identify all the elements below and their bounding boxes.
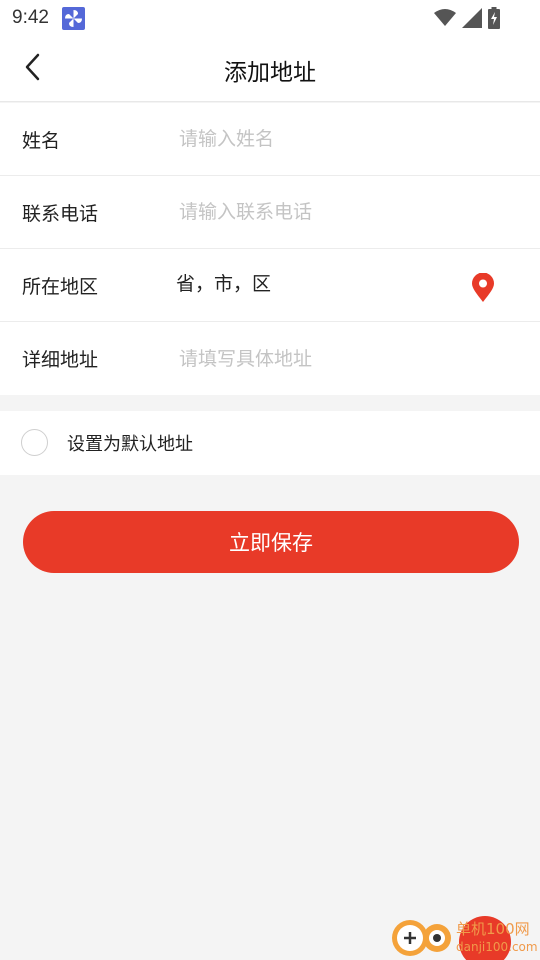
region-label: 所在地区 (22, 275, 99, 298)
status-time: 9:42 (12, 7, 49, 28)
detail-row: 详细地址 (0, 322, 540, 395)
default-address-radio[interactable] (21, 429, 48, 456)
phone-input[interactable] (179, 201, 499, 223)
address-form: 姓名 联系电话 所在地区 省，市，区 详细地址 (0, 103, 540, 395)
app-header: 添加地址 (0, 36, 540, 102)
name-row: 姓名 (0, 103, 540, 176)
region-row[interactable]: 所在地区 省，市，区 (0, 249, 540, 322)
watermark-text: 单机100网 (456, 920, 530, 938)
watermark-url: danji100.com (456, 940, 538, 954)
default-address-label: 设置为默认地址 (67, 434, 193, 455)
location-pin-icon[interactable] (470, 272, 496, 303)
pinwheel-app-icon (62, 7, 85, 30)
detail-address-input[interactable] (179, 347, 499, 370)
name-label: 姓名 (22, 129, 61, 152)
default-address-row[interactable]: 设置为默认地址 (0, 411, 540, 475)
phone-label: 联系电话 (22, 202, 99, 225)
status-bar: 9:42 (0, 0, 540, 36)
page-title: 添加地址 (224, 60, 316, 86)
region-selector[interactable]: 省，市，区 (176, 269, 271, 296)
save-button[interactable]: 立即保存 (23, 511, 519, 573)
wifi-icon (434, 9, 456, 27)
signal-icon (462, 8, 482, 28)
phone-row: 联系电话 (0, 176, 540, 249)
name-input[interactable] (179, 128, 499, 150)
detail-label: 详细地址 (22, 349, 99, 371)
battery-charging-icon (488, 7, 500, 29)
